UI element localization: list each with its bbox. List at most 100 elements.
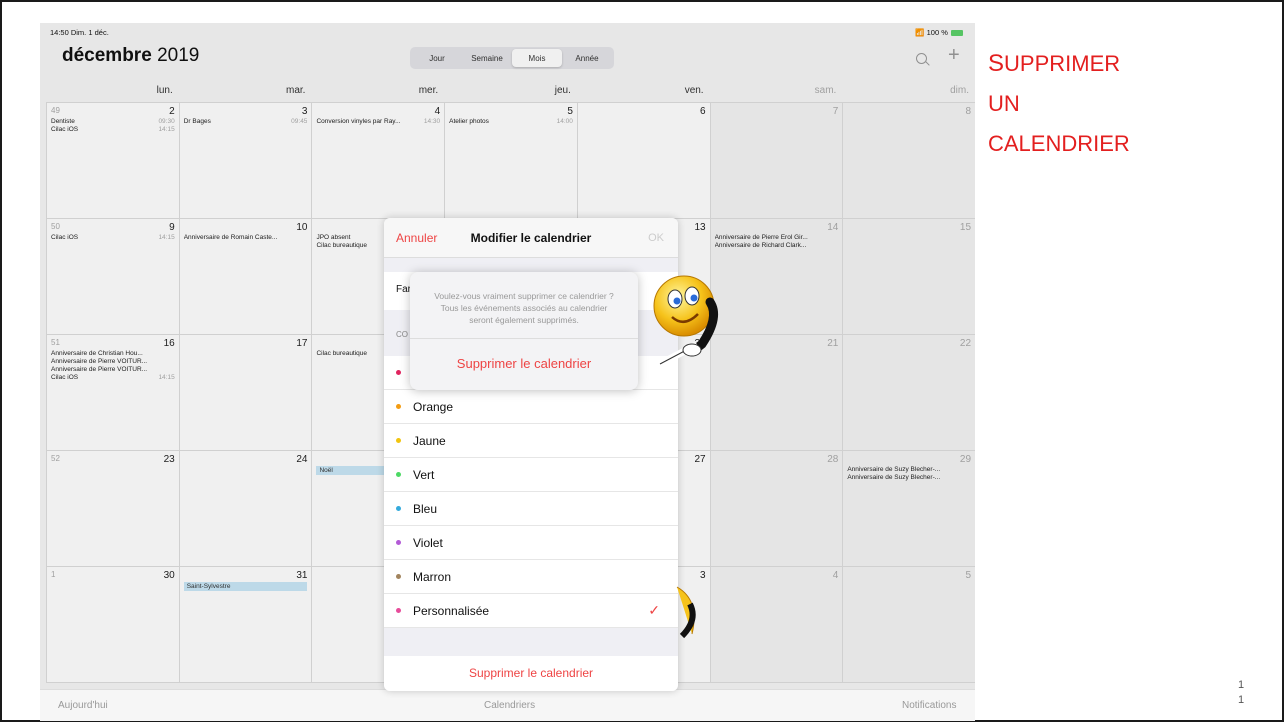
day-cell[interactable]: 50 9 Cilac iOS 14:15 bbox=[46, 219, 179, 334]
day-number: 3 bbox=[301, 106, 308, 117]
day-cell[interactable]: 15 bbox=[842, 219, 975, 334]
event-title: Cilac iOS bbox=[51, 374, 79, 381]
view-month-button[interactable]: Mois bbox=[512, 49, 562, 67]
event-title: Atelier photos bbox=[449, 118, 489, 125]
day-cell[interactable]: 17 bbox=[178, 335, 312, 450]
notifications-tab[interactable]: Notifications bbox=[902, 700, 956, 711]
event-title: Anniversaire de Pierre VOITUR... bbox=[51, 366, 148, 373]
event-title: Cilac iOS bbox=[51, 126, 79, 133]
add-event-icon[interactable]: + bbox=[948, 44, 960, 67]
calendar-event[interactable]: Cilac iOS 14:15 bbox=[51, 126, 175, 133]
weekday-label: mer. bbox=[418, 85, 439, 96]
confirm-delete-button[interactable]: Supprimer le calendrier bbox=[410, 339, 638, 390]
day-number: 8 bbox=[965, 106, 972, 117]
day-cell[interactable]: 5 Atelier photos 14:00 bbox=[444, 103, 577, 218]
day-cell[interactable]: 28 bbox=[709, 451, 843, 566]
calendar-event[interactable]: Anniversaire de Christian Hou... bbox=[51, 350, 175, 357]
day-cell[interactable]: 52 23 bbox=[46, 451, 179, 566]
calendar-event[interactable]: Anniversaire de Suzy Blecher-... bbox=[847, 474, 971, 481]
color-dot-icon bbox=[396, 472, 401, 477]
weekday-header: lun. mar. mer. jeu. ven. sam. dim. bbox=[46, 85, 975, 99]
week-number: 52 bbox=[51, 454, 60, 463]
calendar-event[interactable]: Anniversaire de Pierre VOITUR... bbox=[51, 366, 175, 373]
calendar-event[interactable]: Anniversaire de Suzy Blecher-... bbox=[847, 466, 971, 473]
calendar-event[interactable]: Dentiste 09:30 bbox=[51, 118, 175, 125]
color-option[interactable]: Vert bbox=[384, 458, 678, 492]
calendar-event[interactable]: Anniversaire de Richard Clark... bbox=[715, 242, 839, 249]
day-cell[interactable]: 51 16 Anniversaire de Christian Hou... Anni… bbox=[46, 335, 179, 450]
weekday-label: mar. bbox=[285, 85, 306, 96]
modal-header: Annuler Modifier le calendrier OK bbox=[384, 218, 678, 258]
today-tab[interactable]: Aujourd'hui bbox=[58, 700, 108, 711]
day-cell[interactable]: 4 Conversion vinyles par Ray... 14:30 bbox=[311, 103, 445, 218]
day-cell[interactable]: 7 bbox=[709, 103, 843, 218]
event-title: Anniversaire de Suzy Blecher-... bbox=[847, 466, 941, 473]
calendar-event[interactable]: Conversion vinyles par Ray... 14:30 bbox=[316, 118, 440, 125]
view-segmented-control[interactable]: Jour Semaine Mois Année bbox=[410, 47, 614, 69]
delete-calendar-button[interactable]: Supprimer le calendrier bbox=[384, 656, 678, 691]
day-number: 5 bbox=[965, 570, 972, 581]
color-list: Orange Jaune Vert Bleu Violet Marron Personnal… bbox=[384, 356, 678, 628]
view-day-button[interactable]: Jour bbox=[412, 49, 462, 67]
day-number: 6 bbox=[700, 106, 706, 117]
color-dot-icon bbox=[396, 370, 401, 375]
event-time: 09:45 bbox=[291, 118, 308, 125]
day-cell[interactable]: 3 Dr Bages 09:45 bbox=[178, 103, 312, 218]
title-line: CALENDRIER bbox=[988, 131, 1130, 156]
day-cell[interactable]: 8 bbox=[842, 103, 975, 218]
event-title: Anniversaire de Pierre VOITUR... bbox=[51, 358, 148, 365]
month-title: décembre 2019 bbox=[62, 45, 199, 67]
page-number: 1 1 bbox=[1238, 678, 1244, 708]
search-icon[interactable] bbox=[916, 53, 927, 64]
day-cell[interactable]: 31 Saint-Sylvestre bbox=[178, 567, 312, 682]
color-option[interactable]: Orange bbox=[384, 390, 678, 424]
calendar-event[interactable]: Cilac iOS 14:15 bbox=[51, 234, 175, 241]
status-time: 14:50 Dim. 1 déc. bbox=[50, 28, 109, 37]
day-cell[interactable]: 29 Anniversaire de Suzy Blecher-... Annive… bbox=[842, 451, 975, 566]
event-title: Anniversaire de Pierre Erol Gir... bbox=[714, 234, 808, 241]
calendar-event[interactable]: Cilac iOS 14:15 bbox=[51, 374, 175, 381]
day-number: 23 bbox=[163, 454, 175, 465]
color-dot-icon bbox=[396, 404, 401, 409]
title-line: SUPPRIMER bbox=[988, 50, 1121, 77]
day-cell[interactable]: 1 30 bbox=[46, 567, 179, 682]
day-number: 29 bbox=[959, 454, 972, 465]
color-option[interactable]: Bleu bbox=[384, 492, 678, 526]
day-number: 31 bbox=[296, 570, 308, 581]
color-label: Jaune bbox=[413, 433, 446, 448]
calendar-event[interactable]: Dr Bages 09:45 bbox=[184, 118, 308, 125]
color-option[interactable]: Jaune bbox=[384, 424, 678, 458]
calendar-event[interactable]: Anniversaire de Pierre Erol Gir... bbox=[715, 234, 839, 241]
day-cell[interactable]: 22 bbox=[842, 335, 975, 450]
day-cell[interactable]: 4 bbox=[709, 567, 843, 682]
calendar-event[interactable]: Anniversaire de Pierre VOITUR... bbox=[51, 358, 175, 365]
day-number: 22 bbox=[959, 338, 972, 349]
color-option[interactable]: Personnalisée ✓ bbox=[384, 594, 678, 628]
month-label: décembre bbox=[62, 45, 152, 66]
view-week-button[interactable]: Semaine bbox=[462, 49, 512, 67]
event-title: Cilac bureautique bbox=[316, 242, 368, 249]
day-number: 14 bbox=[827, 222, 839, 233]
day-cell[interactable]: 10 Anniversaire de Romain Caste... bbox=[178, 219, 312, 334]
calendar-event[interactable]: Anniversaire de Romain Caste... bbox=[184, 234, 308, 241]
color-label: Violet bbox=[413, 535, 443, 550]
weekday-label: dim. bbox=[950, 85, 970, 96]
calendar-event[interactable]: Saint-Sylvestre bbox=[183, 582, 308, 591]
color-option[interactable]: Marron bbox=[384, 560, 678, 594]
color-option[interactable]: Violet bbox=[384, 526, 678, 560]
view-year-button[interactable]: Année bbox=[562, 49, 612, 67]
day-cell[interactable]: 24 bbox=[178, 451, 312, 566]
slide: 14:50 Dim. 1 déc. 📶 100 % décembre 2019 … bbox=[0, 0, 1284, 722]
day-cell[interactable]: 6 bbox=[576, 103, 710, 218]
alert-message: Voulez-vous vraiment supprimer ce calend… bbox=[434, 291, 614, 325]
weekday-label: lun. bbox=[156, 85, 173, 96]
ok-button[interactable]: OK bbox=[648, 232, 664, 244]
calendar-event[interactable]: Atelier photos 14:00 bbox=[449, 118, 573, 125]
cancel-button[interactable]: Annuler bbox=[396, 231, 437, 245]
event-time: 14:30 bbox=[423, 118, 441, 125]
day-cell[interactable]: 5 bbox=[842, 567, 975, 682]
color-dot-icon bbox=[396, 608, 401, 613]
day-cell[interactable]: 49 2 Dentiste 09:30 Cilac iOS 14:15 bbox=[46, 103, 179, 218]
color-dot-icon bbox=[396, 540, 401, 545]
calendars-tab[interactable]: Calendriers bbox=[484, 700, 535, 711]
